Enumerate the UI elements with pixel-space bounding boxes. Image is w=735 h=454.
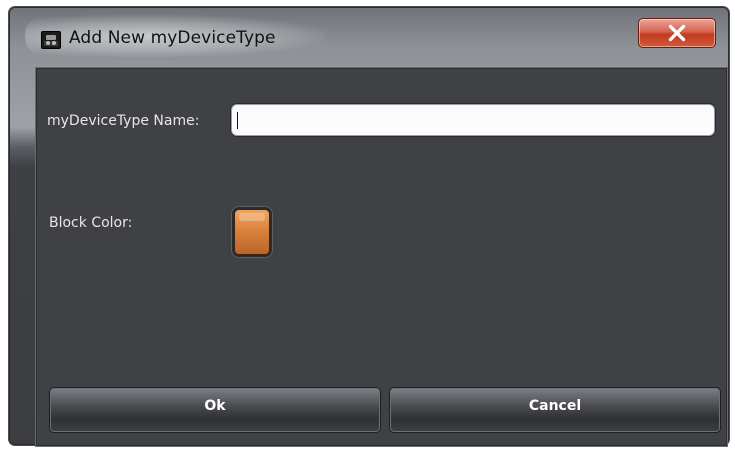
ok-button-label: Ok [204, 398, 226, 414]
device-type-name-label: myDeviceType Name: [47, 113, 200, 129]
add-device-type-dialog: Add New myDeviceType myDeviceType Name: … [8, 6, 730, 446]
window-title: Add New myDeviceType [69, 28, 276, 48]
ok-button[interactable]: Ok [49, 387, 381, 433]
text-caret [237, 112, 238, 129]
cancel-button[interactable]: Cancel [389, 387, 721, 433]
app-icon [41, 31, 61, 49]
block-color-picker[interactable] [234, 209, 270, 255]
title-bar[interactable]: Add New myDeviceType [9, 7, 729, 59]
dialog-body: myDeviceType Name: Block Color: Ok Cance… [36, 68, 727, 446]
cancel-button-label: Cancel [528, 398, 582, 414]
close-icon [668, 24, 686, 42]
block-color-label: Block Color: [49, 215, 133, 231]
close-button[interactable] [638, 18, 716, 48]
swatch-highlight [239, 213, 265, 221]
device-type-name-input[interactable] [231, 104, 715, 136]
